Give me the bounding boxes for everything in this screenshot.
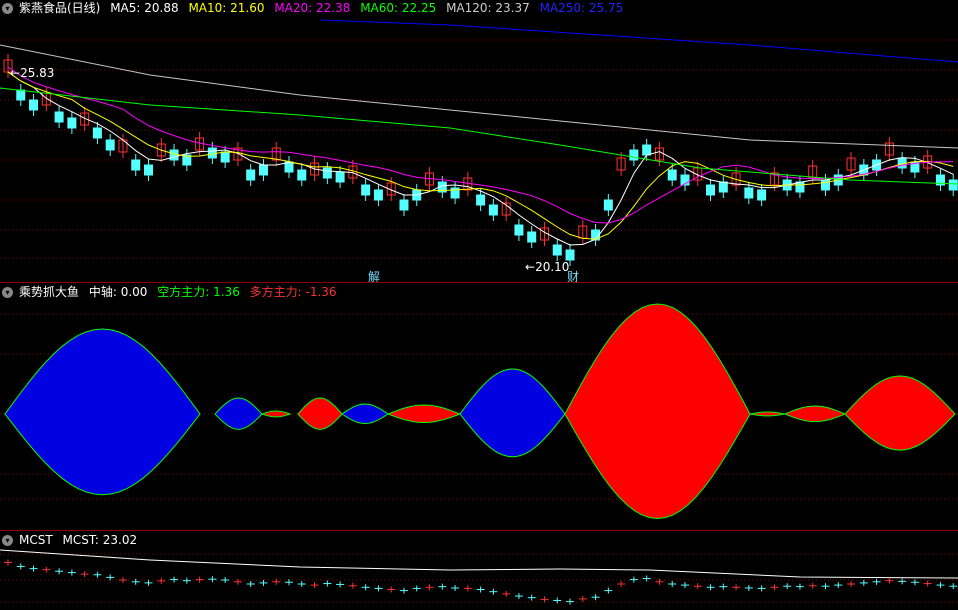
ma250-line <box>319 19 958 63</box>
candle-body <box>948 179 958 191</box>
candle-body <box>629 149 639 161</box>
indicator-panel[interactable]: ▾ 乘势抓大鱼 中轴: 0.00 空方主力: 1.36 多方主力: -1.36 <box>0 284 958 531</box>
candle-body <box>169 149 179 161</box>
candle-body <box>552 244 562 256</box>
bull-wave <box>564 303 751 520</box>
indicator-name: 乘势抓大鱼 <box>19 285 80 299</box>
indicator-header: ▾ 乘势抓大鱼 中轴: 0.00 空方主力: 1.36 多方主力: -1.36 <box>0 284 343 300</box>
candle-body <box>29 99 39 111</box>
duofang-label: 多方主力: -1.36 <box>249 285 337 299</box>
candle-body <box>373 189 383 201</box>
stock-title: 紫燕食品(日线) <box>19 1 101 15</box>
candle-body <box>16 89 26 101</box>
ma5-label: MA5: 20.88 <box>110 1 179 15</box>
zhongzhou-label: 中轴: 0.00 <box>88 285 148 299</box>
candle-body <box>258 164 268 176</box>
candle-body <box>246 169 256 181</box>
candle-body <box>718 181 728 193</box>
candle-body <box>744 187 754 199</box>
mcst-chart[interactable] <box>0 532 958 610</box>
candle-body <box>207 147 217 159</box>
panel-separator[interactable] <box>0 530 958 531</box>
candle-body <box>757 189 767 201</box>
bull-wave <box>844 375 956 451</box>
indicator-chart[interactable] <box>0 284 958 531</box>
ma120-label: MA120: 23.37 <box>446 1 530 15</box>
candle-body <box>476 194 486 206</box>
bull-wave <box>386 404 462 424</box>
ma5-line <box>7 71 954 246</box>
mcst-value: MCST: 23.02 <box>62 533 138 547</box>
mcst-header: ▾ MCST MCST: 23.02 <box>0 532 143 548</box>
kline-chart[interactable] <box>0 0 958 283</box>
candle-body <box>527 231 537 243</box>
candle-body <box>284 161 294 173</box>
ma60-label: MA60: 22.25 <box>360 1 437 15</box>
ma10-label: MA10: 21.60 <box>188 1 265 15</box>
bear-wave <box>459 368 566 458</box>
candle-body <box>144 164 154 176</box>
bear-wave <box>4 328 201 496</box>
ma20-label: MA20: 22.38 <box>274 1 351 15</box>
candle-body <box>92 127 102 139</box>
candle-body <box>361 184 371 196</box>
mcst-panel[interactable]: ▾ MCST MCST: 23.02 <box>0 532 958 610</box>
ma10-line <box>7 71 954 240</box>
panel-menu-icon[interactable]: ▾ <box>2 3 13 14</box>
candle-body <box>297 169 307 181</box>
candle-body <box>335 171 345 183</box>
mcst-name: MCST <box>19 533 53 547</box>
bull-wave <box>749 411 786 417</box>
candle-body <box>488 204 498 216</box>
kongfang-label: 空方主力: 1.36 <box>157 285 240 299</box>
candle-body <box>131 159 141 171</box>
low-price-label: ←20.10 <box>525 260 570 274</box>
bear-wave <box>341 403 389 425</box>
candle-body <box>514 224 524 236</box>
kline-header: ▾ 紫燕食品(日线) MA5: 20.88 MA10: 21.60 MA20: 2… <box>0 0 629 16</box>
kline-panel[interactable]: ▾ 紫燕食品(日线) MA5: 20.88 MA10: 21.60 MA20: 2… <box>0 0 958 284</box>
bull-wave <box>783 405 847 423</box>
candle-body <box>105 139 115 151</box>
high-price-label: ←25.83 <box>10 66 55 80</box>
candle-body <box>706 184 716 196</box>
mcst-line <box>0 549 958 579</box>
candle-body <box>795 181 805 193</box>
candle-body <box>54 111 64 123</box>
candle-body <box>603 199 613 211</box>
bear-wave <box>214 397 263 430</box>
candle-body <box>642 144 652 156</box>
ma60-line <box>0 87 958 185</box>
candle-body <box>399 199 409 211</box>
ma250-label: MA250: 25.75 <box>539 1 624 15</box>
candle-body <box>322 167 332 179</box>
panel-menu-icon[interactable]: ▾ <box>2 287 13 298</box>
panel-separator[interactable] <box>0 282 958 283</box>
candle-body <box>565 249 575 261</box>
panel-menu-icon[interactable]: ▾ <box>2 535 13 546</box>
candle-body <box>667 169 677 181</box>
bull-wave <box>297 397 343 430</box>
candle-body <box>220 151 230 163</box>
bull-wave <box>260 410 292 418</box>
candle-body <box>67 117 77 129</box>
